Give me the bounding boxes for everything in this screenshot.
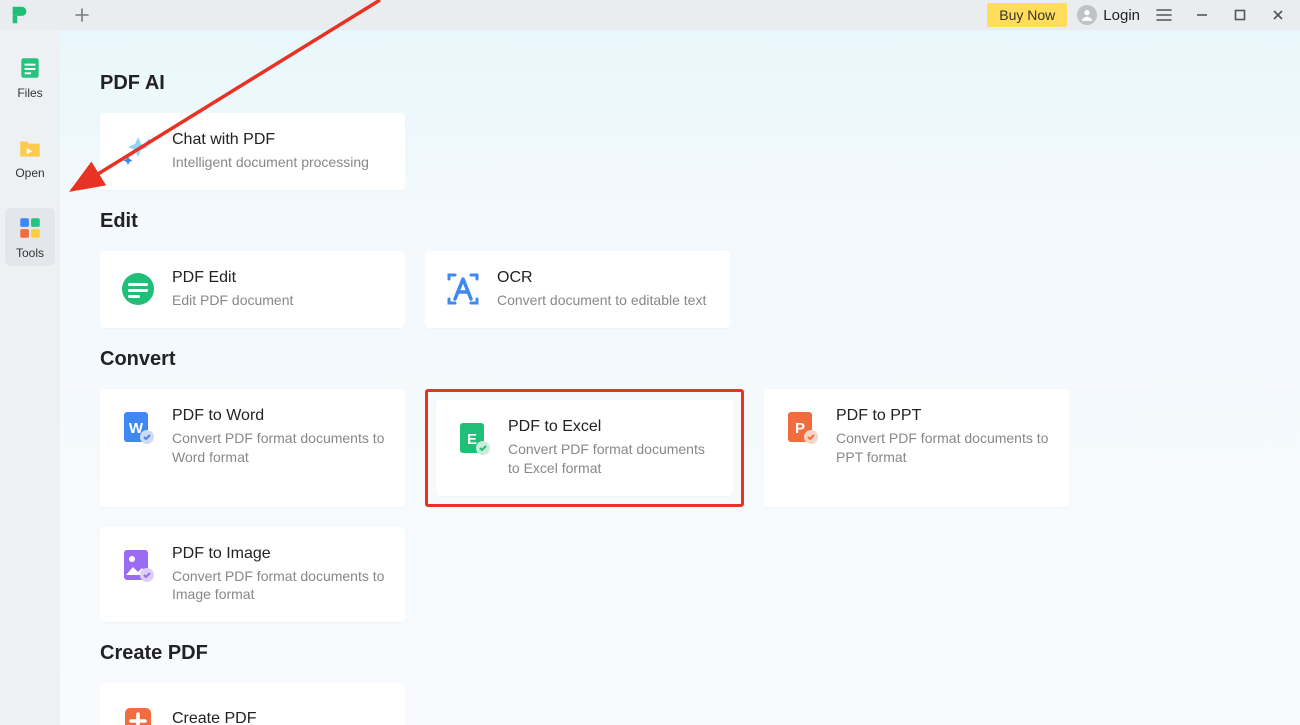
close-button[interactable] xyxy=(1264,1,1292,29)
hamburger-menu-button[interactable] xyxy=(1150,1,1178,29)
card-desc: Intelligent document processing xyxy=(172,153,369,172)
card-desc: Convert PDF format documents to Word for… xyxy=(172,429,387,467)
card-title: PDF to Image xyxy=(172,545,387,563)
card-title: PDF to Word xyxy=(172,407,387,425)
new-tab-button[interactable] xyxy=(70,3,94,27)
card-title: Chat with PDF xyxy=(172,131,369,149)
card-pdf-edit[interactable]: PDF Edit Edit PDF document xyxy=(100,251,405,328)
sparkle-ai-icon xyxy=(118,131,158,171)
card-pdf-to-image[interactable]: PDF to Image Convert PDF format document… xyxy=(100,527,405,623)
section-title-pdf-ai: PDF AI xyxy=(100,72,1300,95)
login-button[interactable]: Login xyxy=(1077,5,1140,25)
card-desc: Edit PDF document xyxy=(172,291,293,310)
card-pdf-to-ppt[interactable]: P PDF to PPT Convert PDF format document… xyxy=(764,389,1069,507)
highlighted-annotation: E PDF to Excel Convert PDF format docume… xyxy=(425,389,744,507)
card-ocr[interactable]: OCR Convert document to editable text xyxy=(425,251,730,328)
ppt-doc-icon: P xyxy=(782,407,822,447)
login-label: Login xyxy=(1103,7,1140,24)
sidebar-label: Open xyxy=(15,166,44,180)
card-title: PDF to PPT xyxy=(836,407,1051,425)
minimize-button[interactable] xyxy=(1188,1,1216,29)
svg-text:E: E xyxy=(467,431,477,448)
card-desc: Convert document to editable text xyxy=(497,291,706,310)
sidebar-item-files[interactable]: Files xyxy=(5,48,55,106)
create-plus-icon xyxy=(118,701,158,725)
buy-now-button[interactable]: Buy Now xyxy=(987,3,1067,27)
section-title-convert: Convert xyxy=(100,348,1300,371)
user-avatar-icon xyxy=(1077,5,1097,25)
card-desc: Convert PDF format documents to Excel fo… xyxy=(508,440,715,478)
card-title: PDF Edit xyxy=(172,269,293,287)
sidebar-label: Files xyxy=(17,86,42,100)
card-title: PDF to Excel xyxy=(508,418,715,436)
maximize-button[interactable] xyxy=(1226,1,1254,29)
sidebar: Files Open Tools xyxy=(0,30,60,725)
card-pdf-to-word[interactable]: W PDF to Word Convert PDF format documen… xyxy=(100,389,405,507)
sidebar-item-open[interactable]: Open xyxy=(5,128,55,186)
pdf-edit-icon xyxy=(118,269,158,309)
card-create-pdf[interactable]: Create PDF xyxy=(100,683,405,725)
card-desc: Convert PDF format documents to PPT form… xyxy=(836,429,1051,467)
ocr-icon xyxy=(443,269,483,309)
excel-doc-icon: E xyxy=(454,418,494,458)
card-chat-with-pdf[interactable]: Chat with PDF Intelligent document proce… xyxy=(100,113,405,190)
tools-grid-icon xyxy=(16,214,44,242)
sidebar-label: Tools xyxy=(16,246,44,260)
files-icon xyxy=(16,54,44,82)
card-title: OCR xyxy=(497,269,706,287)
title-bar: Buy Now Login xyxy=(0,0,1300,30)
open-folder-icon xyxy=(16,134,44,162)
section-title-edit: Edit xyxy=(100,210,1300,233)
main-panel: PDF AI Chat with PDF Intelligent documen… xyxy=(60,30,1300,725)
card-desc: Convert PDF format documents to Image fo… xyxy=(172,567,387,605)
app-logo-icon xyxy=(8,3,32,27)
card-title: Create PDF xyxy=(172,710,256,725)
section-title-create: Create PDF xyxy=(100,642,1300,665)
svg-text:P: P xyxy=(795,420,805,437)
card-pdf-to-excel[interactable]: E PDF to Excel Convert PDF format docume… xyxy=(436,400,733,496)
word-doc-icon: W xyxy=(118,407,158,447)
image-doc-icon xyxy=(118,545,158,585)
sidebar-item-tools[interactable]: Tools xyxy=(5,208,55,266)
